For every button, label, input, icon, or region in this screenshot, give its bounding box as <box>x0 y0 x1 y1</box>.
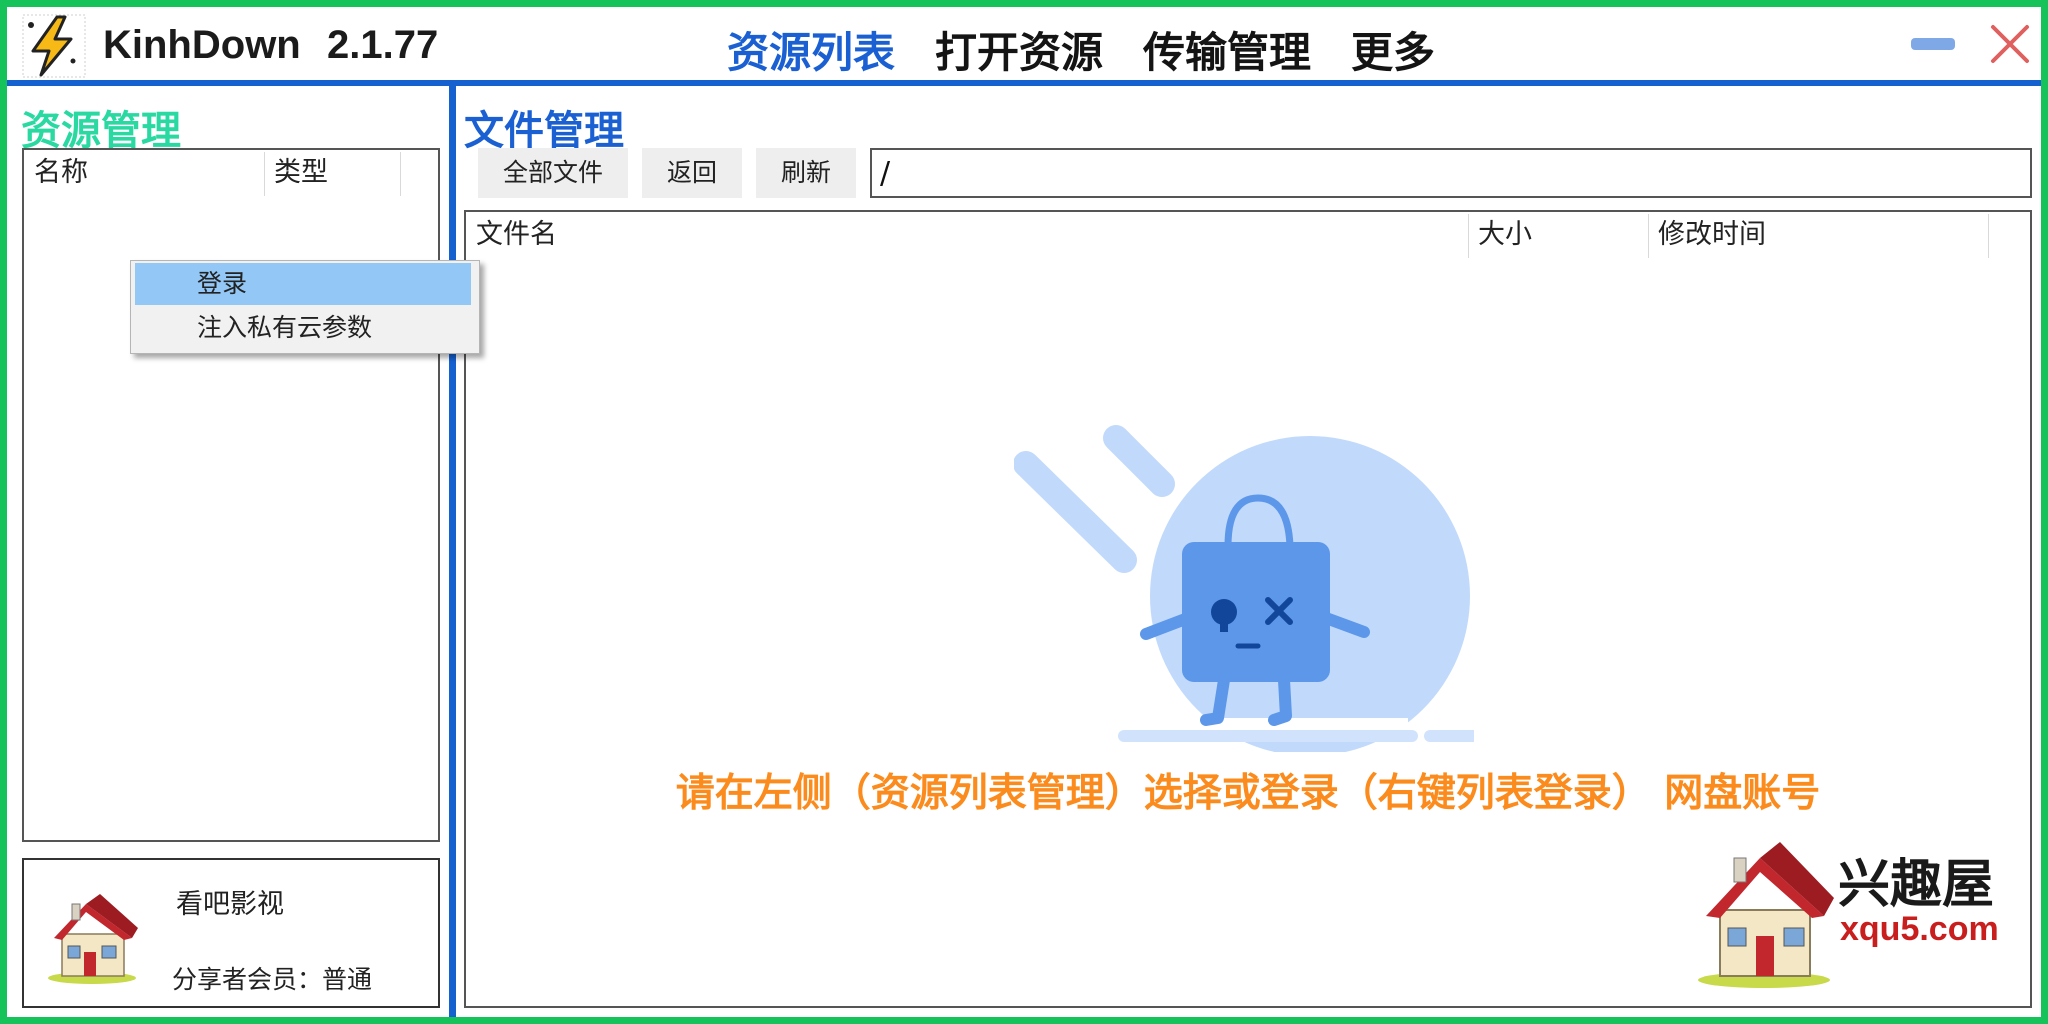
watermark-text: 兴趣屋 <box>1838 855 1995 915</box>
column-separator[interactable] <box>1988 214 1989 258</box>
app-version: 2.1.77 <box>327 23 439 67</box>
menu-resource-list[interactable]: 资源列表 <box>727 19 895 80</box>
column-separator[interactable] <box>400 152 401 196</box>
column-header-type[interactable]: 类型 <box>264 150 400 196</box>
close-button[interactable] <box>1985 19 2035 69</box>
menu-transfer-management[interactable]: 传输管理 <box>1143 19 1311 80</box>
refresh-button[interactable]: 刷新 <box>756 148 856 198</box>
context-menu-inject-private-cloud[interactable]: 注入私有云参数 <box>135 307 471 349</box>
file-list[interactable]: 文件名 大小 修改时间 请在左侧（资源列表管理）选择或登录（右键列表登录） 网盘… <box>464 210 2032 1008</box>
title-bar: KinhDown 2.1.77 资源列表 打开资源 传输管理 更多 <box>7 7 2041 83</box>
empty-state-message: 请在左侧（资源列表管理）选择或登录（右键列表登录） 网盘账号 <box>675 771 1821 816</box>
empty-state-illustration <box>1014 425 1474 752</box>
app-name: KinhDown <box>103 23 301 67</box>
file-panel: 文件管理 全部文件 返回 刷新 文件名 大小 修改时间 <box>456 86 2041 1017</box>
context-menu-login[interactable]: 登录 <box>135 263 471 305</box>
house-icon <box>48 894 138 984</box>
menu-more[interactable]: 更多 <box>1351 19 1435 80</box>
close-icon <box>1991 25 2029 63</box>
menu-open-resource[interactable]: 打开资源 <box>935 19 1103 80</box>
column-header-modified-time[interactable]: 修改时间 <box>1648 212 1988 258</box>
resource-list[interactable]: 名称 类型 <box>22 148 440 842</box>
watermark-url: xqu5.com <box>1840 910 1999 948</box>
panel-splitter[interactable] <box>449 86 456 1017</box>
back-button[interactable]: 返回 <box>642 148 742 198</box>
minimize-button[interactable] <box>1911 38 1955 50</box>
resource-panel: 资源管理 名称 类型 看吧影视 分享者会员：普通 <box>7 86 447 1017</box>
account-member-level: 分享者会员：普通 <box>172 965 373 994</box>
path-input[interactable] <box>870 148 2032 198</box>
column-header-filename[interactable]: 文件名 <box>466 212 1468 258</box>
account-card[interactable]: 看吧影视 分享者会员：普通 <box>22 858 440 1008</box>
lightning-icon <box>22 14 86 78</box>
all-files-button[interactable]: 全部文件 <box>478 148 628 198</box>
account-name: 看吧影视 <box>176 889 284 920</box>
house-icon <box>1698 842 1834 988</box>
column-header-size[interactable]: 大小 <box>1468 212 1648 258</box>
context-menu: 登录 注入私有云参数 <box>130 260 480 354</box>
column-header-name[interactable]: 名称 <box>24 150 264 196</box>
